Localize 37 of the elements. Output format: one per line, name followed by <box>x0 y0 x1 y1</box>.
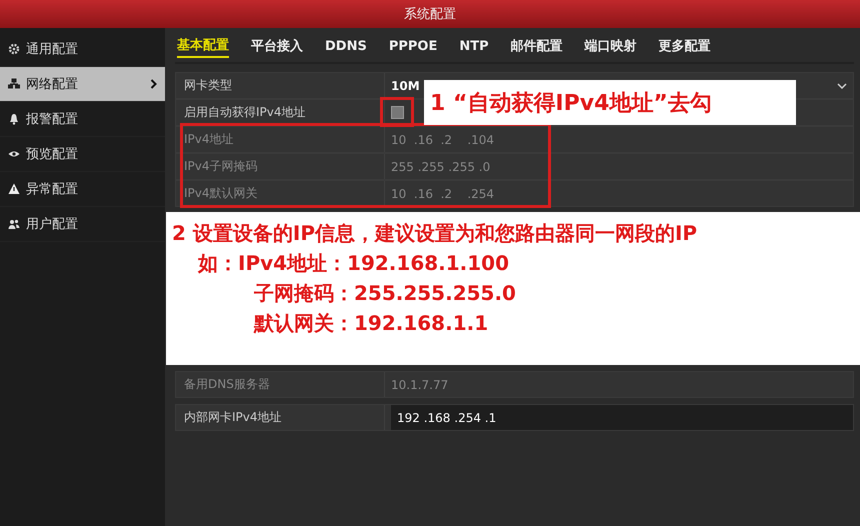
field-label: 网卡类型 <box>176 73 385 98</box>
window-title: 系统配置 <box>404 6 456 23</box>
annotation-text: 子网掩码：255.255.255.0 <box>253 280 517 307</box>
tab[interactable]: 端口映射 <box>584 37 637 57</box>
sidebar-item[interactable]: 预览配置 <box>0 137 165 172</box>
ip-value: 10 .16 .2 .254 <box>391 186 494 200</box>
ip-value: 255 .255 .255 .0 <box>391 160 490 174</box>
field-label: IPv4默认网关 <box>176 181 385 206</box>
sidebar-item[interactable]: 用户配置 <box>0 207 165 242</box>
users-icon <box>8 218 20 230</box>
sidebar-item[interactable]: 异常配置 <box>0 172 165 207</box>
sidebar-item[interactable]: 报警配置 <box>0 102 165 137</box>
annotation-text: 1 “自动获得IPv4地址”去勾 <box>430 90 712 118</box>
checkbox[interactable] <box>391 106 404 119</box>
ip-value: 10.1.7.77 <box>391 378 448 392</box>
gear-icon <box>8 43 20 55</box>
tab[interactable]: 平台接入 <box>251 37 303 57</box>
ip-value: 10 .16 .2 .104 <box>391 132 494 146</box>
chevron-right-icon <box>150 79 157 89</box>
tab[interactable]: PPPOE <box>388 38 438 56</box>
field-label: IPv4子网掩码 <box>176 154 385 179</box>
network-icon <box>8 78 20 90</box>
annotation-text: 2 设置设备的IP信息，建议设置为和您路由器同一网段的IP <box>172 220 698 247</box>
tab[interactable]: DDNS <box>325 38 367 56</box>
field-label: 备用DNS服务器 <box>176 372 385 397</box>
annotation-text: 默认网关：192.168.1.1 <box>252 310 490 337</box>
tab[interactable]: 更多配置 <box>658 37 711 57</box>
sidebar-item[interactable]: 网络配置 <box>0 67 165 102</box>
network-type-dropdown[interactable]: 10M <box>391 78 853 92</box>
tab[interactable]: NTP <box>459 38 489 56</box>
tab[interactable]: 基本配置 <box>177 36 229 58</box>
tab[interactable]: 邮件配置 <box>510 37 563 57</box>
annotation-text: 如：IPv4地址：192.168.1.100 <box>196 250 510 277</box>
warning-icon <box>8 183 20 195</box>
field-label: 启用自动获得IPv4地址 <box>176 100 385 125</box>
bell-icon <box>8 113 20 125</box>
field-label: IPv4地址 <box>176 127 385 152</box>
